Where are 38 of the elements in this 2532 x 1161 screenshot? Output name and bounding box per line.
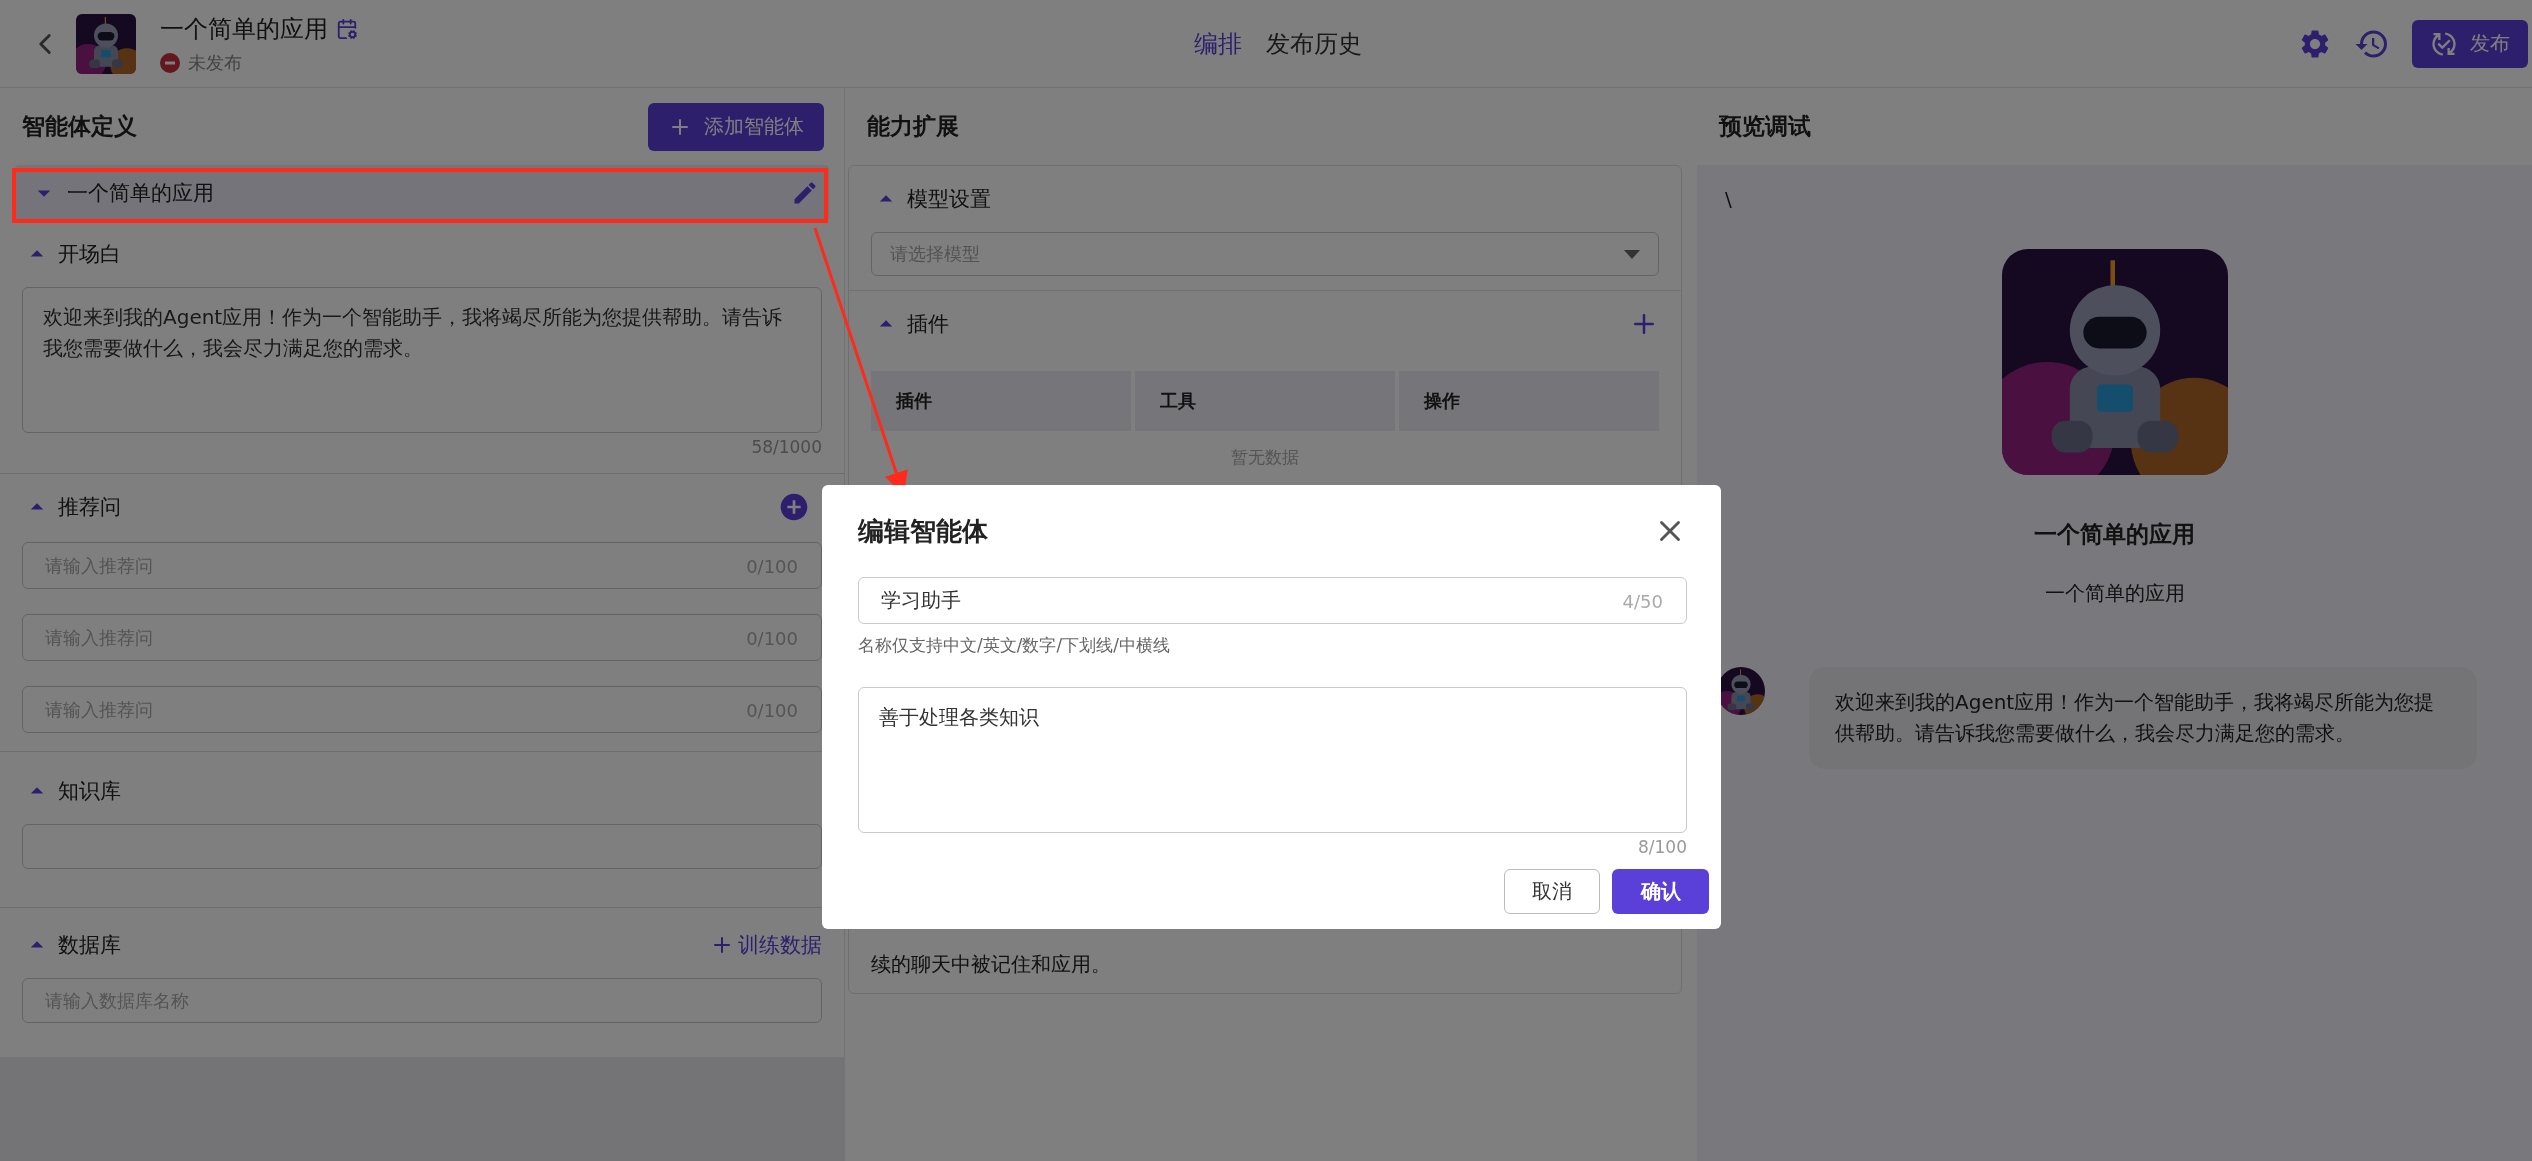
agent-name: 一个简单的应用 bbox=[67, 180, 215, 207]
confirm-button[interactable]: 确认 bbox=[1612, 869, 1709, 914]
section-title: 数据库 bbox=[58, 932, 122, 959]
refresh-icon bbox=[2430, 29, 2458, 58]
section-title: 模型设置 bbox=[907, 186, 992, 213]
char-counter: 8/100 bbox=[1637, 837, 1687, 857]
section-title: 推荐问 bbox=[58, 494, 122, 521]
calendar-icon[interactable] bbox=[336, 17, 358, 40]
app-title: 一个简单的应用 bbox=[160, 13, 328, 45]
knowledge-input[interactable] bbox=[22, 824, 822, 869]
memory-text: 续的聊天中被记住和应用。 bbox=[871, 952, 1111, 976]
status-icon bbox=[160, 52, 180, 73]
hint-text: 名称仅支持中文/英文/数字/下划线/中横线 bbox=[858, 634, 1171, 657]
chat-bubble: 欢迎来到我的Agent应用！作为一个智能助手，我将竭尽所能为您提供帮助。请告诉我您需要做什么，我会尽力满足您的需求。 bbox=[1809, 667, 2477, 769]
tab[interactable]: 编排 bbox=[1194, 23, 1242, 64]
dropdown-icon bbox=[1624, 249, 1640, 259]
train-data-link[interactable]: 训练数据 bbox=[710, 931, 822, 959]
status-text: 未发布 bbox=[188, 50, 242, 75]
tab[interactable]: 发布历史 bbox=[1266, 23, 1362, 64]
opening-textarea[interactable]: 欢迎来到我的Agent应用！作为一个智能助手，我将竭尽所能为您提供帮助。请告诉我您需要做什么，我会尽力满足您的需求。 bbox=[22, 287, 822, 433]
agent-subtitle: 一个简单的应用 bbox=[2044, 580, 2185, 607]
cancel-button[interactable]: 取消 bbox=[1504, 869, 1600, 914]
stray-text: \ bbox=[1725, 187, 1732, 211]
agent-title: 一个简单的应用 bbox=[2034, 520, 2195, 549]
section-title: 开场白 bbox=[58, 241, 122, 268]
char-counter: 4/50 bbox=[1622, 590, 1663, 611]
publish-button[interactable]: 发布 bbox=[2412, 19, 2528, 68]
column-title: 智能体定义 bbox=[22, 112, 137, 141]
column-header: 工具 bbox=[1135, 371, 1395, 431]
column-header: 插件 bbox=[871, 371, 1131, 431]
column-header: 操作 bbox=[1399, 371, 1659, 431]
dialog-title: 编辑智能体 bbox=[858, 514, 988, 548]
section-title: 知识库 bbox=[58, 778, 122, 805]
description-textarea[interactable]: 善于处理各类知识 bbox=[858, 687, 1687, 833]
column-title: 能力扩展 bbox=[867, 112, 959, 141]
section-title: 插件 bbox=[907, 311, 950, 338]
add-agent-button[interactable]: 添加智能体 bbox=[648, 102, 824, 151]
column-title: 预览调试 bbox=[1719, 112, 1811, 141]
